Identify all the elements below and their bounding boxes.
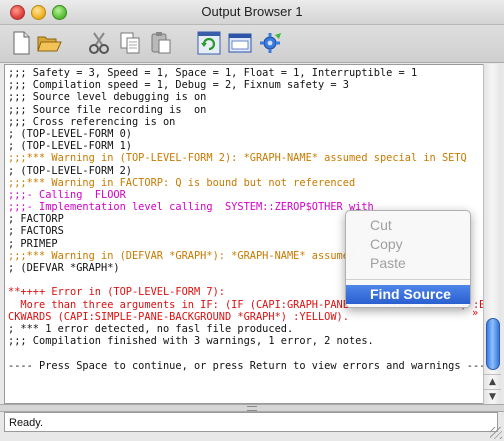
resize-grip[interactable] — [490, 427, 502, 439]
gear-settings-button[interactable] — [258, 29, 284, 57]
pane-splitter[interactable] — [0, 404, 504, 412]
window-title: Output Browser 1 — [201, 4, 303, 19]
output-line: ; (TOP-LEVEL-FORM 0) — [8, 127, 132, 140]
splitter-grip[interactable] — [247, 406, 257, 411]
refresh-icon — [197, 31, 221, 55]
output-browser-window: Output Browser 1 ;;; Safety = 3, Speed =… — [0, 0, 504, 441]
menu-item-find-source[interactable]: Find Source — [346, 285, 470, 304]
menu-item-cut[interactable]: Cut — [346, 216, 470, 235]
status-bar: Ready. — [4, 412, 498, 432]
window-icon — [228, 33, 252, 53]
output-line: ;;; Compilation speed = 1, Debug = 2, Fi… — [8, 79, 349, 92]
paste-button[interactable] — [148, 29, 174, 57]
output-line: ; *** 1 error detected, no fasl file pro… — [8, 322, 294, 335]
output-line: ;;;*** Warning in FACTORP: Q is bound bu… — [8, 176, 356, 189]
output-line: ;;; Compilation finished with 3 warnings… — [8, 335, 374, 348]
output-line: ;;; Cross referencing is on — [8, 115, 176, 128]
output-line: CKWARDS (CAPI:SIMPLE-PANE-BACKGROUND *GR… — [8, 310, 349, 323]
line-overflow-marker: » — [472, 307, 479, 319]
scrollbar-thumb[interactable] — [486, 318, 500, 370]
output-line: ;;; Source level debugging is on — [8, 91, 207, 104]
cut-button[interactable] — [86, 29, 112, 57]
new-document-icon — [13, 31, 30, 55]
menu-separator — [346, 279, 470, 280]
title-bar[interactable]: Output Browser 1 — [0, 0, 504, 25]
refresh-button[interactable] — [196, 29, 222, 57]
paste-icon — [151, 32, 171, 54]
gear-settings-icon — [260, 33, 281, 53]
output-line: ;;; Safety = 3, Speed = 1, Space = 1, Fl… — [8, 67, 418, 79]
vertical-scrollbar[interactable]: ▲ ▼ — [483, 64, 501, 404]
output-line: ; (TOP-LEVEL-FORM 2) — [8, 164, 132, 177]
menu-item-paste[interactable]: Paste — [346, 254, 470, 273]
new-document-button[interactable] — [8, 29, 34, 57]
scroll-up-arrow[interactable]: ▲ — [484, 374, 501, 390]
open-folder-button[interactable] — [36, 29, 62, 57]
output-line: ---- Press Space to continue, or press R… — [8, 359, 484, 372]
output-line: ;;; Source file recording is on — [8, 103, 207, 116]
status-text: Ready. — [9, 417, 44, 429]
copy-icon — [120, 32, 140, 54]
output-line: ; (TOP-LEVEL-FORM 1) — [8, 140, 132, 153]
copy-button[interactable] — [117, 29, 143, 57]
cut-icon — [89, 32, 109, 54]
context-menu: Cut Copy Paste Find Source — [345, 210, 471, 308]
open-folder-icon — [37, 36, 62, 52]
menu-item-copy[interactable]: Copy — [346, 235, 470, 254]
output-line: ;;;- Calling FLOOR — [8, 188, 126, 201]
output-line: ;;;*** Warning in (TOP-LEVEL-FORM 2): *G… — [8, 152, 467, 165]
toolbar — [0, 25, 504, 63]
scroll-down-arrow[interactable]: ▼ — [484, 389, 501, 405]
window-button[interactable] — [227, 29, 253, 57]
